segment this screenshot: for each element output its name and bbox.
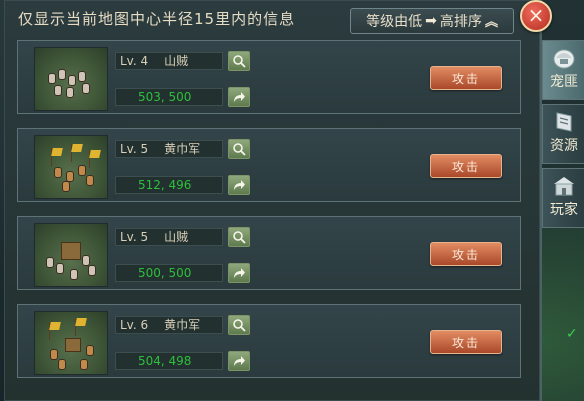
magnifier-icon — [233, 143, 246, 156]
attack-button[interactable]: 攻击 — [430, 154, 502, 178]
search-button[interactable] — [228, 139, 250, 159]
yellow-turban-army-thumbnail — [34, 135, 108, 199]
share-button[interactable] — [228, 263, 250, 283]
scroll-icon — [549, 109, 579, 135]
helmet-icon — [549, 45, 579, 71]
bandit-army-thumbnail — [34, 47, 108, 111]
share-button[interactable] — [228, 87, 250, 107]
chevron-up-icon: ︾ — [484, 11, 498, 27]
close-button[interactable]: × — [520, 0, 552, 32]
tab-resources[interactable]: 资源 — [542, 104, 584, 164]
list-item: Lv. 5 黄巾军 512, 496 攻击 — [17, 128, 521, 202]
magnifier-icon — [233, 55, 246, 68]
tab-label: 宠匪 — [550, 74, 578, 90]
level-name-field: Lv. 4 山贼 — [115, 52, 223, 70]
tab-label: 玩家 — [550, 202, 578, 218]
yellow-turban-army-thumbnail — [34, 311, 108, 375]
share-arrow-icon — [234, 356, 245, 366]
share-arrow-icon — [234, 180, 245, 190]
bandit-siege-thumbnail — [34, 223, 108, 287]
level-name-field: Lv. 6 黄巾军 — [115, 316, 223, 334]
target-list-panel: 仅显示当前地图中心半径15里内的信息 等级由低 ➡ 高排序 ︾ Lv. 4 山贼 … — [4, 0, 542, 401]
tab-players[interactable]: 玩家 — [542, 168, 584, 228]
army-name: 山贼 — [164, 230, 189, 244]
list-item: Lv. 5 山贼 500, 500 攻击 — [17, 216, 521, 290]
sort-by-level-button[interactable]: 等级由低 ➡ 高排序 ︾ — [350, 8, 514, 34]
sort-label: 等级由低 — [366, 14, 423, 30]
share-button[interactable] — [228, 175, 250, 195]
share-arrow-icon — [234, 268, 245, 278]
army-name: 黄巾军 — [164, 142, 201, 156]
tab-bandits[interactable]: 宠匪 — [542, 40, 584, 100]
attack-button[interactable]: 攻击 — [430, 330, 502, 354]
level-name-field: Lv. 5 黄巾军 — [115, 140, 223, 158]
list-item: Lv. 4 山贼 503, 500 攻击 — [17, 40, 521, 114]
coordinates-field: 512, 496 — [115, 176, 223, 194]
sort-label-2: 高排序 — [439, 14, 482, 30]
share-arrow-icon — [234, 92, 245, 102]
coordinates-field: 500, 500 — [115, 264, 223, 282]
search-button[interactable] — [228, 227, 250, 247]
castle-icon — [549, 173, 579, 199]
search-button[interactable] — [228, 315, 250, 335]
army-name: 黄巾军 — [164, 318, 201, 332]
level-label: Lv. 5 — [120, 230, 149, 244]
coordinates-field: 504, 498 — [115, 352, 223, 370]
attack-button[interactable]: 攻击 — [430, 66, 502, 90]
attack-button[interactable]: 攻击 — [430, 242, 502, 266]
tab-label: 资源 — [550, 138, 578, 154]
magnifier-icon — [233, 319, 246, 332]
army-name: 山贼 — [164, 54, 189, 68]
coordinates-field: 503, 500 — [115, 88, 223, 106]
level-label: Lv. 6 — [120, 318, 149, 332]
panel-title: 仅显示当前地图中心半径15里内的信息 — [18, 10, 296, 28]
level-name-field: Lv. 5 山贼 — [115, 228, 223, 246]
magnifier-icon — [233, 231, 246, 244]
search-button[interactable] — [228, 51, 250, 71]
arrow-right-icon: ➡ — [425, 13, 437, 29]
level-label: Lv. 5 — [120, 142, 149, 156]
checkmark-icon: ✓ — [566, 326, 578, 342]
list-item: Lv. 6 黄巾军 504, 498 攻击 — [17, 304, 521, 378]
share-button[interactable] — [228, 351, 250, 371]
level-label: Lv. 4 — [120, 54, 149, 68]
